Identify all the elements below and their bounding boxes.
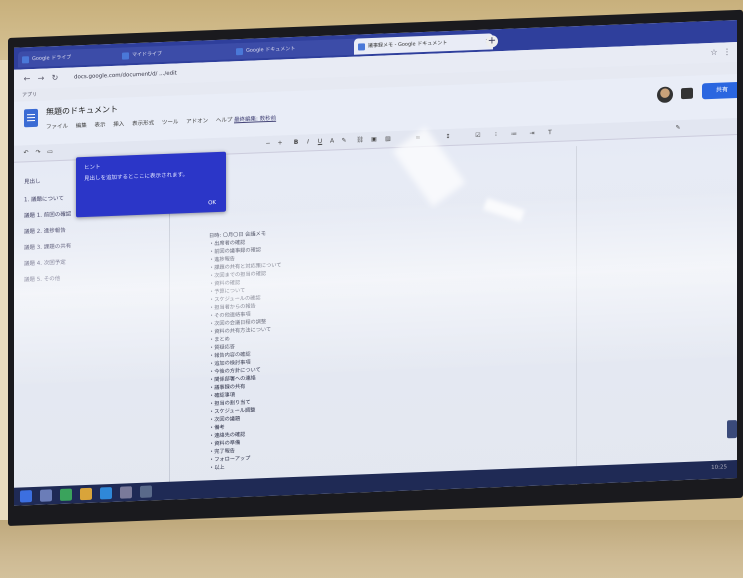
new-tab-button[interactable]: + — [486, 35, 498, 48]
doc-line: ・質疑応答 — [209, 344, 235, 352]
tip-popup: ヒント 見出しを追加するとここに表示されます。 OK — [76, 151, 226, 218]
doc-line: ・資料の準備 — [209, 440, 241, 448]
browser-tab[interactable]: マイドライブ × — [118, 43, 242, 64]
font-size-icon[interactable]: − — [264, 139, 272, 148]
side-panel-toggle[interactable] — [727, 419, 737, 439]
menu-icon[interactable]: ⋮ — [722, 46, 732, 58]
doc-line: ・前回の議事録の確認 — [209, 247, 261, 256]
doc-line: ・完了報告 — [209, 448, 235, 456]
search-icon[interactable] — [40, 489, 52, 502]
doc-line: ・進捗報告 — [209, 256, 235, 264]
image-icon[interactable]: ▨ — [384, 134, 392, 143]
bookmark-star-icon[interactable]: ☆ — [709, 47, 719, 59]
doc-line: ・まとめ — [209, 336, 230, 344]
numbered-list-icon[interactable]: ≔ — [510, 129, 518, 138]
docs-icon — [236, 47, 243, 56]
menu-help[interactable]: ヘルプ — [216, 117, 233, 124]
doc-line: ・連絡先の確認 — [209, 431, 246, 440]
doc-line: ・資料の共有方法について — [209, 326, 272, 336]
italic-icon[interactable]: I — [304, 137, 312, 146]
comment-icon[interactable] — [681, 87, 693, 100]
doc-line: ・フォローアップ — [209, 455, 251, 464]
popup-body: 見出しを追加するとここに表示されます。 — [84, 172, 188, 183]
link-icon[interactable]: ⛓ — [356, 135, 364, 144]
popup-title: ヒント — [84, 164, 101, 172]
doc-line: ・議事録の共有 — [209, 383, 246, 392]
folder-icon[interactable] — [80, 487, 92, 501]
indent-icon[interactable]: ⇥ — [528, 129, 536, 138]
highlight-icon[interactable]: ✎ — [340, 136, 348, 145]
editing-mode-icon[interactable]: ✎ — [674, 123, 682, 132]
doc-line: ・確認事項 — [209, 392, 235, 400]
doc-line: ・スケジュール調整 — [209, 407, 256, 416]
outline-item[interactable]: 1. 議題について — [24, 194, 64, 204]
line-spacing-icon[interactable]: ↕ — [444, 132, 452, 141]
clear-format-icon[interactable]: T — [546, 128, 554, 137]
start-icon[interactable] — [20, 490, 32, 503]
docs-menu-bar: ファイル 編集 表示 挿入 表示形式 ツール アドオン ヘルプ — [46, 115, 238, 130]
redo-icon[interactable]: ↷ — [34, 148, 42, 157]
undo-icon[interactable]: ↶ — [22, 148, 30, 157]
comment-add-icon[interactable]: ▣ — [370, 135, 378, 144]
menu-addons[interactable]: アドオン — [186, 118, 208, 125]
document-body[interactable]: 日時: 〇月〇日 会議メモ ・出席者の確認 ・前回の議事録の確認 ・進捗報告 ・… — [209, 146, 579, 500]
underline-icon[interactable]: U — [316, 137, 324, 146]
menu-insert[interactable]: 挿入 — [113, 122, 124, 128]
docs-logo-icon[interactable] — [24, 108, 38, 128]
doc-line: ・関係部署への連絡 — [209, 375, 256, 384]
share-button[interactable]: 共有 — [702, 81, 737, 100]
outline-item[interactable]: 議題 1. 前回の確認 — [24, 210, 71, 220]
doc-line: ・以上 — [209, 464, 225, 472]
tab-label: 議事録メモ - Google ドキュメント — [368, 40, 448, 50]
text-color-icon[interactable]: A — [328, 136, 336, 145]
docs-icon — [358, 43, 365, 51]
app-icon[interactable] — [120, 486, 132, 499]
popup-ok-button[interactable]: OK — [208, 200, 216, 206]
back-icon[interactable]: ← — [22, 73, 32, 85]
bullet-list-icon[interactable]: ⁝ — [492, 130, 500, 139]
tab-label: Google ドライブ — [32, 54, 72, 63]
tab-label: Google ドキュメント — [246, 45, 296, 54]
bold-icon[interactable]: B — [292, 138, 300, 147]
menu-tools[interactable]: ツール — [162, 119, 179, 126]
font-size-plus-icon[interactable]: + — [276, 138, 284, 147]
menu-view[interactable]: 表示 — [95, 122, 106, 128]
app-icon[interactable] — [140, 485, 152, 498]
menu-edit[interactable]: 編集 — [76, 123, 87, 129]
avatar[interactable] — [657, 86, 673, 104]
outline-item[interactable]: 議題 3. 課題の共有 — [24, 242, 71, 252]
outline-heading: 見出し — [24, 178, 41, 186]
screen: Google ドライブ × マイドライブ × Google ドキュメント × 議… — [14, 19, 737, 506]
tray-ledge — [0, 520, 743, 578]
last-edit-link[interactable]: 最終編集: 数秒前 — [234, 114, 276, 124]
doc-line: ・出席者の確認 — [209, 239, 246, 248]
doc-line: ・資料の確認 — [209, 280, 241, 288]
tv-monitor: Google ドライブ × マイドライブ × Google ドキュメント × 議… — [8, 9, 743, 526]
page-edge — [576, 146, 577, 487]
drive-icon — [122, 52, 129, 60]
doc-line: ・次回までの担当の確認 — [209, 271, 267, 280]
apps-link[interactable]: アプリ — [22, 91, 37, 99]
doc-line: ・課題の共有と対応策について — [209, 262, 282, 272]
checklist-icon[interactable]: ☑ — [474, 131, 482, 140]
print-icon[interactable]: ▭ — [46, 147, 54, 156]
clock: 10:25 — [711, 464, 727, 471]
tab-label: マイドライブ — [132, 51, 163, 59]
reload-icon[interactable]: ↻ — [50, 72, 60, 84]
browser-icon[interactable] — [100, 487, 112, 500]
doc-line: 日時: 〇月〇日 会議メモ — [209, 231, 266, 240]
outline-item[interactable]: 議題 2. 進捗報告 — [24, 226, 66, 236]
drive-icon — [22, 56, 29, 64]
browser-tab[interactable]: Google ドライブ × — [18, 47, 128, 68]
doc-line: ・備考 — [209, 424, 225, 432]
app-icon[interactable] — [60, 488, 72, 502]
doc-line: ・次回の議題 — [209, 416, 241, 424]
doc-line: ・予算について — [209, 287, 246, 296]
forward-icon[interactable]: → — [36, 73, 46, 85]
menu-format[interactable]: 表示形式 — [132, 120, 154, 127]
outline-item[interactable]: 議題 5. その他 — [24, 274, 60, 283]
menu-file[interactable]: ファイル — [46, 124, 68, 131]
document-title[interactable]: 無題のドキュメント — [46, 104, 118, 118]
outline-item[interactable]: 議題 4. 次回予定 — [24, 258, 66, 268]
